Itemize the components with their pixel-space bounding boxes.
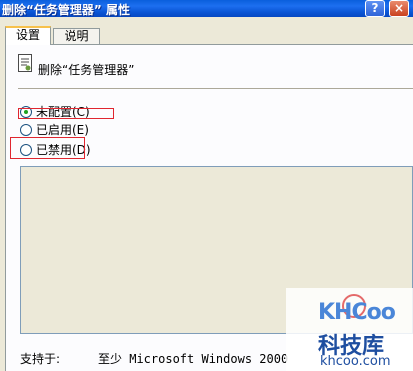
title-bar[interactable]: 删除“任务管理器” 属性 ? × <box>0 0 413 17</box>
policy-name: 删除“任务管理器” <box>38 63 135 77</box>
close-button[interactable]: × <box>389 0 409 17</box>
separator <box>18 88 413 89</box>
watermark-logo: KHCoo <box>318 300 396 325</box>
radio-indicator[interactable] <box>20 124 32 136</box>
policy-icon <box>18 54 32 72</box>
tab-explain[interactable]: 说明 <box>53 28 100 44</box>
radio-label: 已启用(E) <box>36 123 89 137</box>
tab-settings[interactable]: 设置 <box>5 26 51 45</box>
watermark-url: khcoo.com <box>320 354 391 369</box>
supported-on-value: 至少 Microsoft Windows 2000 <box>98 352 289 366</box>
highlight-box <box>18 108 114 119</box>
supported-on-label: 支持于: <box>20 352 61 366</box>
properties-dialog: 删除“任务管理器” 属性 ? × 设置 说明 删除“任务管理器” 未配置(C) … <box>0 0 413 371</box>
window-title: 删除“任务管理器” 属性 <box>2 3 130 17</box>
highlight-box <box>10 137 85 159</box>
help-button[interactable]: ? <box>365 0 385 17</box>
